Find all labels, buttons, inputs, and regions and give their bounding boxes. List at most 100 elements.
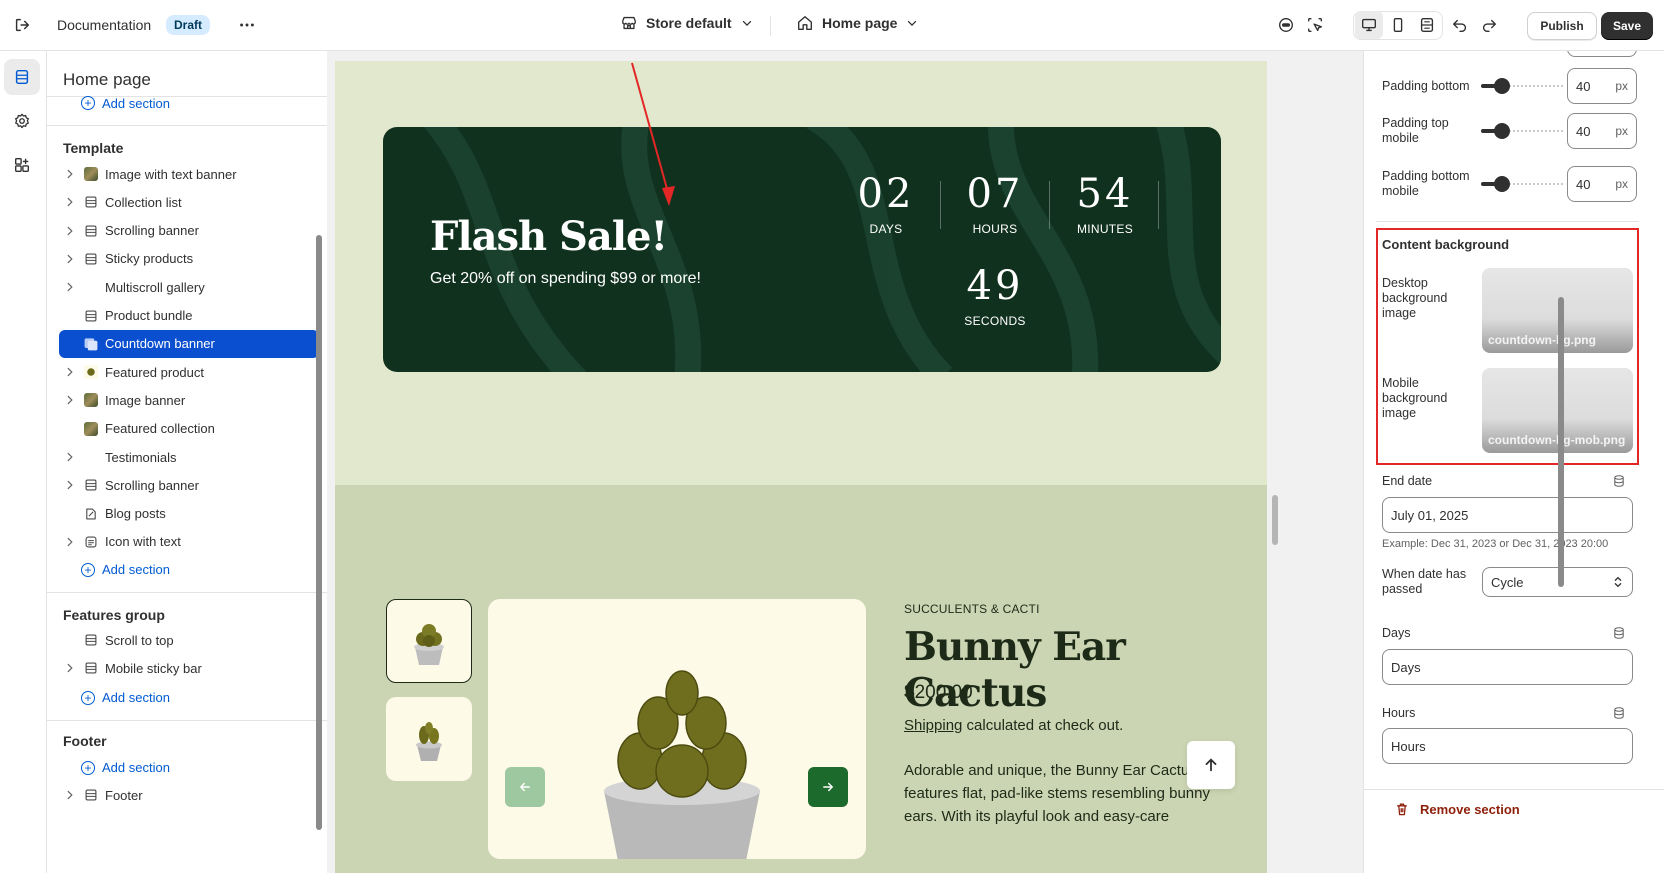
section-item-mobile-sticky-bar[interactable]: Mobile sticky bar xyxy=(59,654,319,682)
chevron-right-icon[interactable] xyxy=(59,789,81,801)
publish-button[interactable]: Publish xyxy=(1527,12,1597,40)
hours-input[interactable]: Hours xyxy=(1382,728,1633,764)
section-item-scrolling-banner[interactable]: Scrolling banner xyxy=(59,471,319,499)
section-item-testimonials[interactable]: Testimonials xyxy=(59,443,319,471)
section-item-label: Collection list xyxy=(105,194,182,210)
section-icon xyxy=(83,194,99,210)
countdown-seconds-value: 49 xyxy=(966,263,1024,309)
padding-bottom-input[interactable]: 40 px xyxy=(1567,68,1637,104)
footer-group-title: Footer xyxy=(63,733,107,749)
shipping-note: Shipping calculated at check out. xyxy=(904,717,1123,734)
fullscreen-view-icon[interactable] xyxy=(1413,11,1441,39)
chevron-right-icon[interactable] xyxy=(59,196,81,208)
preview-scrollbar[interactable] xyxy=(1272,495,1278,545)
section-item-collection-list[interactable]: Collection list xyxy=(59,188,319,216)
padding-top-mobile-input[interactable]: 40 px xyxy=(1567,113,1637,149)
section-item-scrolling-banner[interactable]: Scrolling banner xyxy=(59,217,319,245)
mobile-view-icon[interactable] xyxy=(1384,11,1412,39)
add-section-footer-link[interactable]: + Add section xyxy=(81,760,170,775)
end-date-input[interactable]: July 01, 2025 xyxy=(1382,497,1633,533)
chevron-right-icon[interactable] xyxy=(59,536,81,548)
add-section-template-link[interactable]: + Add section xyxy=(81,562,170,577)
padding-bottom-mobile-input[interactable]: 40 px xyxy=(1567,166,1637,202)
redo-icon[interactable] xyxy=(1475,11,1503,39)
padding-top-mobile-value: 40 xyxy=(1576,123,1591,139)
sections-panel: Home page + Add section Template Image w… xyxy=(47,51,348,873)
prev-image-button[interactable] xyxy=(505,767,545,807)
end-date-label: End date xyxy=(1382,474,1433,488)
padding-top-mobile-slider[interactable] xyxy=(1481,123,1563,139)
sections-nav-icon[interactable] xyxy=(4,59,40,95)
theme-name: Documentation xyxy=(57,17,152,33)
page-selector[interactable]: Home page xyxy=(796,14,919,32)
image-thumb-icon xyxy=(83,421,99,437)
section-item-product-bundle[interactable]: Product bundle xyxy=(59,302,319,330)
chevron-right-icon[interactable] xyxy=(59,451,81,463)
section-item-image-with-text-banner[interactable]: Image with text banner xyxy=(59,160,319,188)
inspect-icon[interactable] xyxy=(1301,11,1329,39)
chevron-right-icon[interactable] xyxy=(59,366,81,378)
chevron-right-icon[interactable] xyxy=(59,168,81,180)
theme-settings-gear-icon[interactable] xyxy=(4,103,40,139)
section-item-multiscroll-gallery[interactable]: Multiscroll gallery xyxy=(59,273,319,301)
desktop-view-icon[interactable] xyxy=(1355,11,1383,39)
add-section-features-link[interactable]: + Add section xyxy=(81,690,170,705)
top-bar: Documentation Draft Store default Home p… xyxy=(0,0,1664,51)
chevron-right-icon[interactable] xyxy=(59,281,81,293)
countdown-hours-label: HOURS xyxy=(972,222,1018,236)
product-thumb-icon xyxy=(83,364,99,380)
section-item-scroll-to-top[interactable]: Scroll to top xyxy=(59,626,319,654)
section-item-featured-collection[interactable]: Featured collection xyxy=(59,415,319,443)
section-item-countdown-banner[interactable]: Countdown banner xyxy=(59,329,319,358)
product-main-image[interactable] xyxy=(488,599,866,859)
section-item-icon-with-text[interactable]: Icon with text xyxy=(59,528,319,556)
store-selector[interactable]: Store default xyxy=(620,14,754,32)
add-section-header-link[interactable]: + Add section xyxy=(81,96,170,111)
undo-icon[interactable] xyxy=(1446,11,1474,39)
chevron-right-icon[interactable] xyxy=(59,479,81,491)
next-image-button[interactable] xyxy=(808,767,848,807)
shipping-link[interactable]: Shipping xyxy=(904,717,962,734)
padding-bottom-mobile-value: 40 xyxy=(1576,176,1591,192)
dynamic-source-icon[interactable] xyxy=(1612,706,1626,720)
countdown-banner[interactable]: Flash Sale! Get 20% off on spending $99 … xyxy=(383,127,1221,372)
remove-section-button[interactable]: Remove section xyxy=(1394,801,1520,817)
chevron-right-icon[interactable] xyxy=(59,225,81,237)
padding-bottom-slider[interactable] xyxy=(1481,78,1563,94)
dynamic-source-icon[interactable] xyxy=(1612,626,1626,640)
apps-icon[interactable] xyxy=(4,147,40,183)
section-icon xyxy=(83,477,99,493)
chevron-right-icon[interactable] xyxy=(59,253,81,265)
exit-icon[interactable] xyxy=(8,11,36,39)
save-button[interactable]: Save xyxy=(1601,12,1653,40)
blog-icon xyxy=(83,506,99,522)
section-item-featured-product[interactable]: Featured product xyxy=(59,358,319,386)
flash-sale-subtitle: Get 20% off on spending $99 or more! xyxy=(430,270,701,287)
chevron-right-icon[interactable] xyxy=(59,394,81,406)
section-item-blog-posts[interactable]: Blog posts xyxy=(59,500,319,528)
days-input[interactable]: Days xyxy=(1382,649,1633,685)
chevron-right-icon[interactable] xyxy=(59,662,81,674)
product-thumbnail-1[interactable] xyxy=(386,599,472,683)
ai-assistant-icon[interactable] xyxy=(1272,11,1300,39)
chevron-down-icon xyxy=(908,20,917,26)
remove-section-label: Remove section xyxy=(1420,801,1520,817)
scroll-to-top-button[interactable] xyxy=(1187,741,1235,789)
section-item-image-banner[interactable]: Image banner xyxy=(59,386,319,414)
section-item-footer[interactable]: Footer xyxy=(59,781,319,809)
dynamic-source-icon[interactable] xyxy=(1612,474,1626,488)
mobile-bg-filename: countdown-bg-mob.png xyxy=(1488,433,1626,447)
sections-panel-scrollbar[interactable] xyxy=(316,235,322,830)
countdown-seconds: 49 SECONDS xyxy=(939,263,1051,328)
padding-bottom-mobile-slider[interactable] xyxy=(1481,176,1563,192)
product-thumbnail-2[interactable] xyxy=(386,697,472,781)
section-item-sticky-products[interactable]: Sticky products xyxy=(59,245,319,273)
cactus-main-image xyxy=(604,670,760,859)
more-actions-icon[interactable] xyxy=(233,11,261,39)
settings-panel-scrollbar[interactable] xyxy=(1558,297,1564,587)
template-group-title: Template xyxy=(63,140,124,156)
mobile-bg-label: Mobile background image xyxy=(1382,376,1448,420)
chevron-down-icon xyxy=(742,20,751,26)
cactus-thumb-image xyxy=(414,624,444,665)
unit-label: px xyxy=(1615,124,1628,138)
